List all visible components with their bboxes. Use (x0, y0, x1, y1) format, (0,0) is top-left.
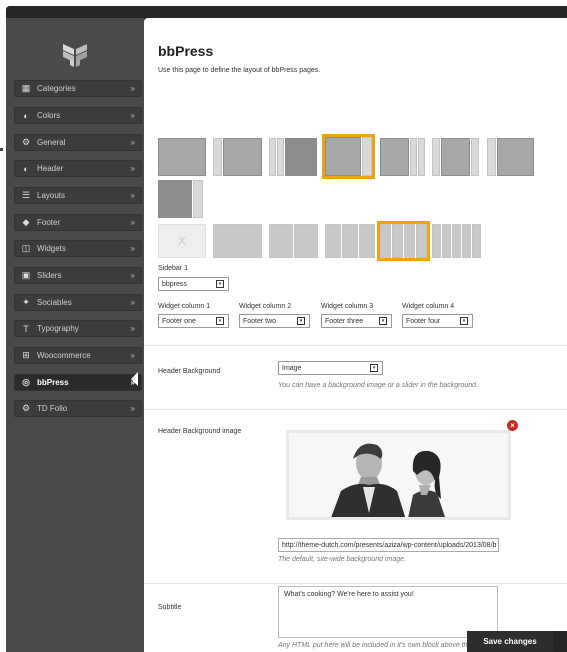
widget-column-3-value: Footer three (325, 317, 364, 325)
chevron-down-icon: ▾ (460, 317, 468, 325)
section-divider (144, 345, 567, 346)
widget-column-3-label: Widget column 3 (321, 303, 374, 310)
sidebar: ▦ Categories » ◐ Colors » ⚙ General » ◐ … (6, 18, 144, 652)
sidebar-item-bbpress[interactable]: ◎ bbPress » (14, 374, 142, 391)
chevron-right-icon: » (130, 191, 135, 200)
empty-layout-icon: X (158, 224, 206, 258)
contrast-icon: ◐ (23, 110, 29, 121)
widget-column-1-label: Widget column 1 (158, 303, 211, 310)
subtitle-textarea[interactable]: What's cooking? We're here to assist you… (278, 586, 498, 638)
widget-column-1-value: Footer one (162, 317, 196, 325)
header-image-url-input[interactable]: http://theme-dutch.com/presents/aziza/wp… (278, 538, 499, 552)
cogs-icon: ⚙ (21, 403, 31, 413)
sidebar-item-label: General (37, 138, 66, 147)
chevron-down-icon: ▾ (379, 317, 387, 325)
sidebar-item-header[interactable]: ◐ Header » (14, 160, 142, 177)
widget-column-2-select[interactable]: Footer two ▾ (239, 314, 310, 328)
sidebar1-select[interactable]: bbpress ▾ (158, 277, 229, 291)
sidebar-item-widgets[interactable]: ◫ Widgets » (14, 240, 142, 257)
remove-image-icon[interactable]: × (507, 420, 518, 431)
chevron-right-icon: » (130, 271, 135, 280)
subtitle-help: Any HTML put here will be included in it… (278, 642, 472, 649)
tag-icon: ◆ (22, 217, 30, 227)
header-background-select[interactable]: Image ▾ (278, 361, 383, 375)
chevron-right-icon: » (130, 244, 135, 253)
chevron-right-icon: » (130, 218, 135, 227)
sidebar-item-label: bbPress (37, 378, 69, 387)
text-icon: T (23, 323, 29, 334)
widget-column-2-label: Widget column 2 (239, 303, 292, 310)
admin-frame: ▦ Categories » ◐ Colors » ⚙ General » ◐ … (6, 6, 567, 652)
sidebar-item-typography[interactable]: T Typography » (14, 320, 142, 337)
chevron-down-icon: ▾ (216, 317, 224, 325)
edge-marker (0, 148, 3, 151)
chevron-down-icon: ▾ (297, 317, 305, 325)
header-background-image-label: Header Background image (158, 428, 242, 435)
contrast-icon: ◐ (23, 163, 29, 174)
sidebar-item-label: Woocommerce (37, 351, 91, 360)
bbpress-icon: ◎ (22, 377, 30, 387)
sidebar-item-label: Categories (37, 84, 76, 93)
sidebar-item-categories[interactable]: ▦ Categories » (14, 80, 142, 97)
sidebar-item-label: Widgets (37, 244, 66, 253)
widget-column-4-label: Widget column 4 (402, 303, 455, 310)
sidebar-item-label: Sociables (37, 298, 72, 307)
sidebar1-value: bbpress (162, 280, 187, 288)
sidebar-item-sociables[interactable]: ✦ Sociables » (14, 294, 142, 311)
chevron-right-icon: » (130, 324, 135, 333)
chevron-right-icon: » (130, 84, 135, 93)
section-divider (144, 583, 567, 584)
save-button[interactable]: Save changes (467, 631, 553, 652)
sidebar-item-colors[interactable]: ◐ Colors » (14, 107, 142, 124)
main-panel: bbPress Use this page to define the layo… (144, 18, 567, 652)
sidebar1-label: Sidebar 1 (158, 265, 188, 272)
sidebar-item-footer[interactable]: ◆ Footer » (14, 214, 142, 231)
sidebar-item-layouts[interactable]: ☰ Layouts » (14, 187, 142, 204)
header-background-value: Image (282, 364, 302, 372)
sidebar-item-label: TD Folio (37, 404, 68, 413)
page-description: Use this page to define the layout of bb… (158, 67, 321, 74)
widget-column-2-value: Footer two (243, 317, 277, 325)
sidebar-item-label: Layouts (37, 191, 66, 200)
columns-icon: ◫ (21, 243, 31, 253)
sidebar-item-general[interactable]: ⚙ General » (14, 134, 142, 151)
top-strip (6, 6, 567, 18)
header-background-label: Header Background (158, 368, 221, 375)
widget-column-4-value: Footer four (406, 317, 441, 325)
sidebar-item-label: Colors (37, 111, 61, 120)
logo-icon (63, 44, 87, 67)
header-background-help: You can have a background image or a sli… (278, 382, 479, 389)
subtitle-label: Subtitle (158, 604, 182, 611)
header-image-help: The default, site-wide background image. (278, 556, 407, 563)
active-item-pointer (131, 372, 138, 386)
chevron-right-icon: » (130, 298, 135, 307)
cart-icon: ⊞ (22, 350, 30, 360)
sidebar-item-woocommerce[interactable]: ⊞ Woocommerce » (14, 347, 142, 364)
section-divider (144, 409, 567, 410)
chevron-right-icon: » (130, 351, 135, 360)
header-image-preview (286, 430, 511, 520)
widget-column-1-select[interactable]: Footer one ▾ (158, 314, 229, 328)
chevron-down-icon: ▾ (216, 280, 224, 288)
cogs-icon: ⚙ (21, 137, 31, 147)
chevron-down-icon: ▾ (370, 364, 378, 372)
widget-column-4-select[interactable]: Footer four ▾ (402, 314, 473, 328)
sidebar-item-td-folio[interactable]: ⚙ TD Folio » (14, 400, 142, 417)
chevron-right-icon: » (130, 164, 135, 173)
sidebar-item-label: Sliders (37, 271, 62, 280)
chevron-right-icon: » (130, 138, 135, 147)
sidebar-item-label: Footer (37, 218, 61, 227)
sidebar-item-sliders[interactable]: ▣ Sliders » (14, 267, 142, 284)
chevron-right-icon: » (130, 111, 135, 120)
widget-column-3-select[interactable]: Footer three ▾ (321, 314, 392, 328)
grid-icon: ▦ (21, 83, 31, 93)
image-icon: ▣ (21, 270, 31, 280)
sidebar-item-label: Header (37, 164, 64, 173)
sidebar-item-label: Typography (37, 324, 79, 333)
twitter-icon: ✦ (22, 297, 30, 307)
chevron-right-icon: » (130, 404, 135, 413)
list-icon: ☰ (21, 190, 31, 200)
couple-photo (289, 433, 508, 517)
page-title: bbPress (158, 43, 214, 59)
